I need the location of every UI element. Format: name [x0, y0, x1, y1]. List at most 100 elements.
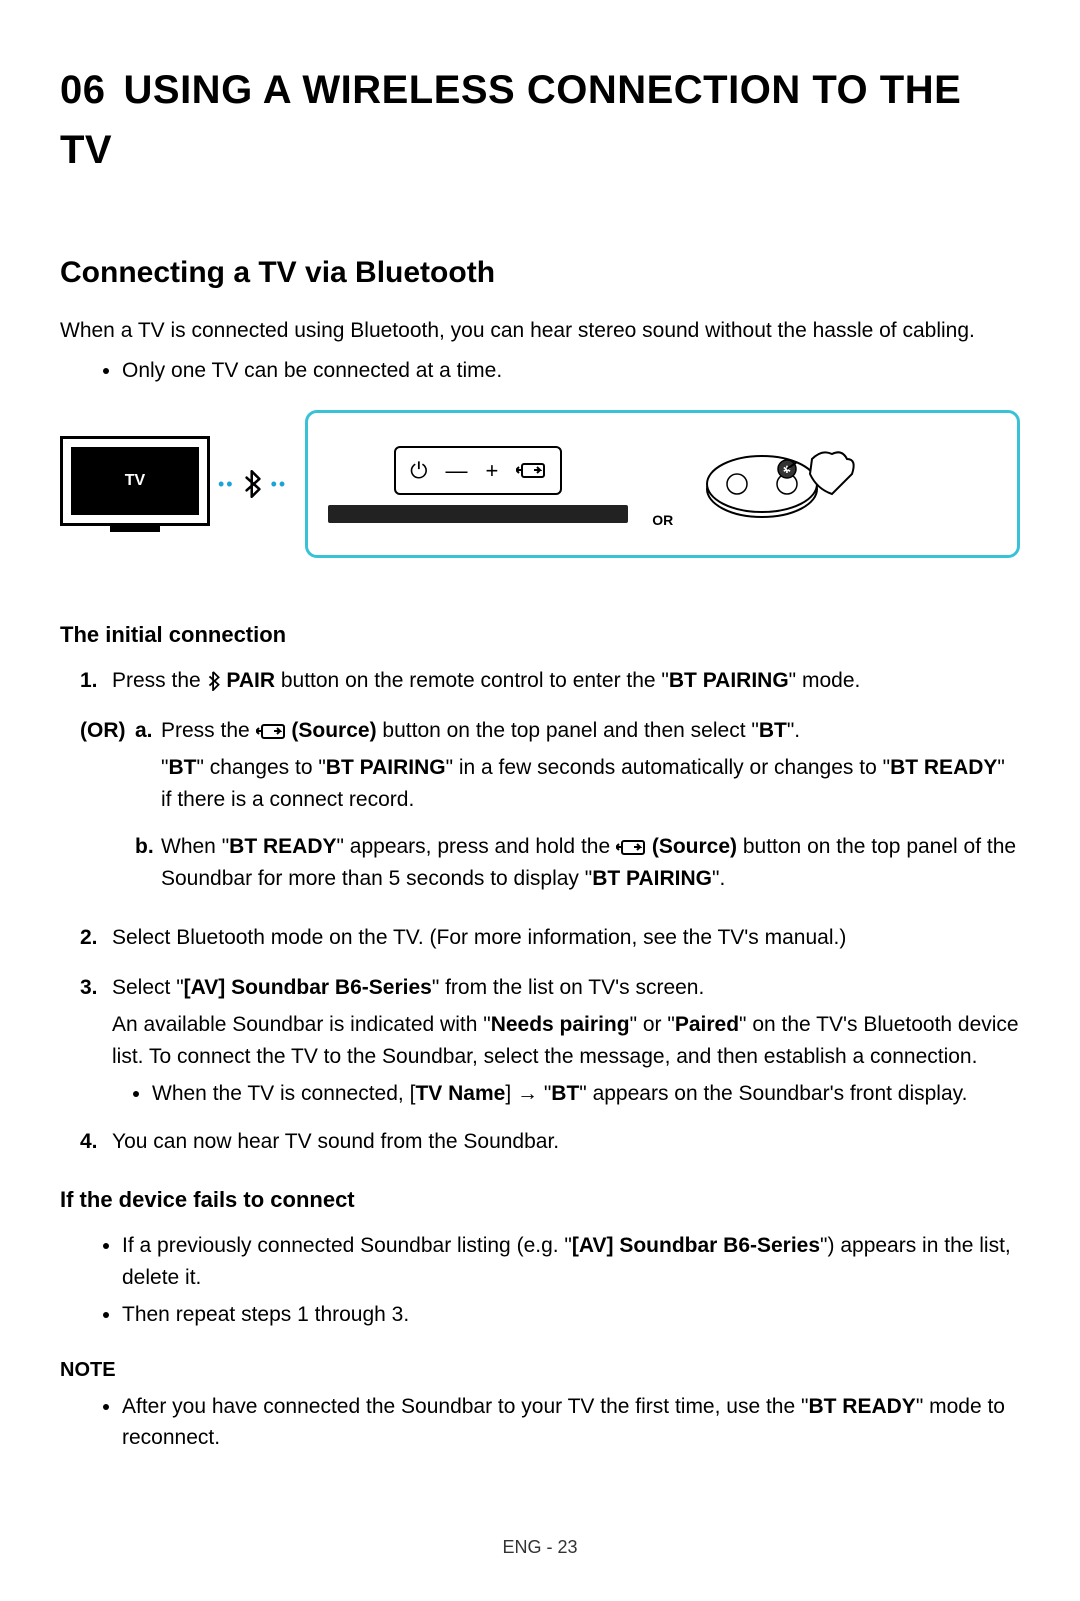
- sub-body: Press the (Source) button on the top pan…: [161, 715, 1020, 822]
- bluetooth-pair-icon: [207, 671, 221, 691]
- tv-screen: TV: [71, 447, 199, 515]
- sub-step-a: a. Press the (Source) button on the top …: [135, 715, 1020, 822]
- text: ] → ": [505, 1082, 551, 1105]
- source-label: (Source): [291, 719, 376, 742]
- text: button on the top panel and then select …: [377, 719, 759, 742]
- step-body: a. Press the (Source) button on the top …: [135, 715, 1020, 911]
- step-1: 1. Press the PAIR button on the remote c…: [80, 665, 1020, 703]
- source-icon: [616, 838, 646, 856]
- initial-connection-heading: The initial connection: [60, 618, 1020, 651]
- step3-bullets: When the TV is connected, [TV Name] → "B…: [152, 1078, 1020, 1110]
- fails-bullets: If a previously connected Soundbar listi…: [122, 1230, 1020, 1331]
- source-label: (Source): [652, 835, 737, 858]
- note-bullets: After you have connected the Soundbar to…: [122, 1391, 1020, 1454]
- section-intro: When a TV is connected using Bluetooth, …: [60, 315, 1020, 347]
- step-3: 3. Select "[AV] Soundbar B6-Series" from…: [80, 972, 1020, 1114]
- text: Select ": [112, 976, 184, 999]
- sub-letter: a.: [135, 715, 161, 747]
- text: An available Soundbar is indicated with …: [112, 1013, 491, 1036]
- bt-pairing-label: BT PAIRING: [592, 867, 712, 890]
- chapter-number: 06: [60, 68, 106, 112]
- bt-pairing-label: BT PAIRING: [669, 669, 789, 692]
- step-body: Select "[AV] Soundbar B6-Series" from th…: [112, 972, 1020, 1114]
- signal-dots-right: ••: [271, 471, 288, 498]
- bt-ready-label: BT READY: [808, 1395, 915, 1418]
- step-number: 1.: [80, 665, 112, 697]
- step-body: You can now hear TV sound from the Sound…: [112, 1126, 1020, 1164]
- chapter-title-text: USING A WIRELESS CONNECTION TO THE TV: [60, 68, 961, 172]
- section-title: Connecting a TV via Bluetooth: [60, 250, 1020, 295]
- text: ".: [712, 867, 725, 890]
- soundbar-panel-buttons: ⏻ — +: [394, 446, 562, 495]
- connection-diagram: TV •• •• ⏻ — +: [60, 410, 1020, 558]
- note-heading: NOTE: [60, 1355, 1020, 1385]
- step-body: Press the PAIR button on the remote cont…: [112, 665, 1020, 703]
- soundbar-column: ⏻ — +: [328, 446, 628, 523]
- sub-letter: b.: [135, 831, 161, 863]
- text: " appears, press and hold the: [337, 835, 616, 858]
- or-prefix: (OR): [80, 715, 135, 747]
- or-label: OR: [652, 510, 673, 531]
- paired-label: Paired: [675, 1013, 739, 1036]
- steps-list: 1. Press the PAIR button on the remote c…: [80, 665, 1020, 1163]
- bt-label: BT: [551, 1082, 579, 1105]
- tv-with-bluetooth: TV •• ••: [60, 436, 287, 532]
- step-2: 2. Select Bluetooth mode on the TV. (For…: [80, 922, 1020, 960]
- bullet-item: Only one TV can be connected at a time.: [122, 355, 1020, 387]
- bluetooth-icon: [243, 470, 263, 498]
- tv-name-label: TV Name: [415, 1082, 505, 1105]
- text: After you have connected the Soundbar to…: [122, 1395, 808, 1418]
- bt-label: BT: [168, 756, 196, 779]
- step-4: 4. You can now hear TV sound from the So…: [80, 1126, 1020, 1164]
- sub-step-b: b. When "BT READY" appears, press and ho…: [135, 831, 1020, 900]
- bullet-item: After you have connected the Soundbar to…: [122, 1391, 1020, 1454]
- bt-pairing-label: BT PAIRING: [326, 756, 446, 779]
- chapter-title: 06USING A WIRELESS CONNECTION TO THE TV: [60, 60, 1020, 180]
- page-footer: ENG - 23: [60, 1534, 1020, 1561]
- signal-dots-left: ••: [218, 471, 235, 498]
- power-icon: ⏻: [410, 454, 427, 487]
- text: Select Bluetooth mode on the TV. (For mo…: [112, 922, 1020, 954]
- sub-steps: a. Press the (Source) button on the top …: [135, 715, 1020, 901]
- text: " from the list on TV's screen.: [432, 976, 705, 999]
- step-number: 4.: [80, 1126, 112, 1158]
- soundbar-body: [328, 505, 628, 523]
- tv-stand: [110, 526, 160, 532]
- bt-label: BT: [759, 719, 787, 742]
- source-icon: [516, 461, 546, 479]
- needs-pairing-label: Needs pairing: [491, 1013, 630, 1036]
- pair-label: PAIR: [226, 669, 275, 692]
- text: You can now hear TV sound from the Sound…: [112, 1126, 1020, 1158]
- minus-icon: —: [445, 454, 467, 487]
- text: " appears on the Soundbar's front displa…: [579, 1082, 967, 1105]
- step-number: 3.: [80, 972, 112, 1004]
- section-bullets: Only one TV can be connected at a time.: [122, 355, 1020, 387]
- text: If a previously connected Soundbar listi…: [122, 1234, 572, 1257]
- text: When ": [161, 835, 229, 858]
- bullet-item: When the TV is connected, [TV Name] → "B…: [152, 1078, 1020, 1110]
- bt-ready-label: BT READY: [890, 756, 997, 779]
- bullet-item: Then repeat steps 1 through 3.: [122, 1299, 1020, 1331]
- remote-with-hand-icon: ✱: [702, 434, 862, 534]
- fails-heading: If the device fails to connect: [60, 1183, 1020, 1216]
- tv-label: TV: [125, 469, 145, 493]
- tv-frame: TV: [60, 436, 210, 526]
- tv-unit: TV: [60, 436, 210, 532]
- bt-ready-label: BT READY: [229, 835, 336, 858]
- text: " or ": [630, 1013, 675, 1036]
- text: Press the: [112, 669, 207, 692]
- remote-control-block: ✱: [697, 429, 867, 539]
- model-label: [AV] Soundbar B6-Series: [572, 1234, 820, 1257]
- step-number: 2.: [80, 922, 112, 954]
- step-or: (OR) a. Press the (Source) button on the…: [80, 715, 1020, 911]
- model-label: [AV] Soundbar B6-Series: [184, 976, 432, 999]
- source-icon: [256, 722, 286, 740]
- step-body: Select Bluetooth mode on the TV. (For mo…: [112, 922, 1020, 960]
- bullet-item: If a previously connected Soundbar listi…: [122, 1230, 1020, 1293]
- text: " changes to ": [196, 756, 325, 779]
- text: " in a few seconds automatically or chan…: [446, 756, 890, 779]
- text: ".: [787, 719, 800, 742]
- text: " mode.: [789, 669, 861, 692]
- text: Press the: [161, 719, 256, 742]
- sub-body: When "BT READY" appears, press and hold …: [161, 831, 1020, 900]
